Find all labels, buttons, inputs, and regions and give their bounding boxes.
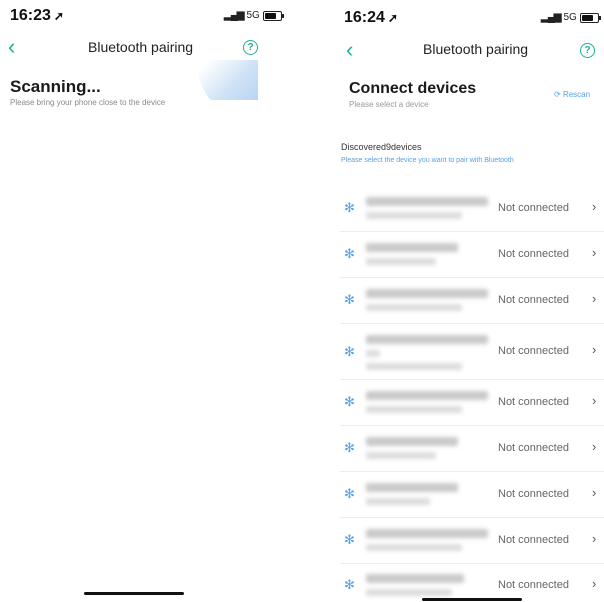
battery-icon	[262, 10, 284, 21]
device-row[interactable]: ✻ Not connected ›	[330, 426, 604, 472]
home-indicator[interactable]	[84, 592, 184, 595]
discovered-count: Discovered9devices	[341, 142, 422, 152]
device-name-redacted	[366, 333, 490, 373]
scanning-screen: 16:23 ➚ ▂▄▆ 5G ‹ Bluetooth pairing ? Scan…	[0, 0, 300, 602]
bluetooth-icon: ✻	[344, 394, 355, 409]
bluetooth-icon: ✻	[344, 246, 355, 261]
device-status: Not connected	[498, 345, 569, 357]
page-title: Bluetooth pairing	[88, 39, 194, 55]
rescan-button[interactable]: ⟳ Rescan	[554, 90, 590, 99]
chevron-left-icon: ‹	[8, 34, 16, 59]
device-row[interactable]: ✻ Not connected ›	[330, 472, 604, 518]
device-status: Not connected	[498, 396, 569, 408]
chevron-right-icon: ›	[592, 291, 597, 306]
device-status: Not connected	[498, 248, 569, 260]
device-row[interactable]: ✻ Not connected ›	[330, 566, 604, 602]
status-indicators: ▂▄▆ 5G	[541, 12, 601, 23]
chevron-right-icon: ›	[592, 485, 597, 500]
device-name-redacted	[366, 527, 490, 555]
home-indicator[interactable]	[422, 598, 522, 601]
device-row[interactable]: ✻ Not connected ›	[330, 380, 604, 426]
device-row[interactable]: ✻ Not connected ›	[330, 324, 604, 380]
battery-icon	[579, 12, 601, 23]
bluetooth-icon: ✻	[344, 292, 355, 307]
chevron-right-icon: ›	[592, 199, 597, 214]
chevron-right-icon: ›	[592, 576, 597, 591]
discovered-hint: Please select the device you want to pai…	[341, 157, 514, 164]
device-row[interactable]: ✻ Not connected ›	[330, 232, 604, 278]
location-arrow-icon: ➚	[387, 11, 398, 25]
connect-subtitle: Please select a device	[349, 100, 429, 109]
bluetooth-icon: ✻	[344, 577, 355, 592]
connect-title: Connect devices	[349, 80, 477, 97]
device-name-redacted	[366, 572, 490, 600]
device-status: Not connected	[498, 294, 569, 306]
back-button[interactable]: ‹	[346, 37, 353, 63]
bluetooth-icon: ✻	[344, 532, 355, 547]
scanning-subtitle: Please bring your phone close to the dev…	[10, 98, 166, 107]
device-name-redacted	[366, 241, 490, 269]
network-label: 5G	[563, 12, 577, 23]
help-button[interactable]: ?	[243, 40, 258, 55]
chevron-right-icon: ›	[592, 342, 597, 357]
chevron-right-icon: ›	[592, 531, 597, 546]
status-indicators: ▂▄▆ 5G	[224, 10, 284, 21]
device-name-redacted	[366, 195, 490, 223]
chevron-left-icon: ‹	[346, 37, 354, 62]
device-name-redacted	[366, 287, 490, 315]
back-button[interactable]: ‹	[8, 34, 15, 60]
bluetooth-icon: ✻	[344, 200, 355, 215]
device-row[interactable]: ✻ Not connected ›	[330, 278, 604, 324]
bluetooth-icon: ✻	[344, 344, 355, 359]
signal-icon: ▂▄▆	[224, 10, 244, 21]
page-title: Bluetooth pairing	[423, 41, 529, 57]
device-list-screen: 16:24 ➚ ▂▄▆ 5G ‹ Bluetooth pairing ? Conn…	[330, 0, 604, 602]
device-status: Not connected	[498, 488, 569, 500]
help-circle-icon: ?	[584, 45, 591, 56]
status-time: 16:23 ➚	[10, 7, 64, 24]
bluetooth-icon: ✻	[344, 440, 355, 455]
status-time: 16:24 ➚	[344, 9, 398, 26]
bluetooth-icon: ✻	[344, 486, 355, 501]
location-arrow-icon: ➚	[53, 9, 64, 23]
chevron-right-icon: ›	[592, 439, 597, 454]
device-row[interactable]: ✻ Not connected ›	[330, 186, 604, 232]
device-row[interactable]: ✻ Not connected ›	[330, 518, 604, 564]
network-label: 5G	[246, 10, 260, 21]
refresh-icon: ⟳	[554, 90, 561, 99]
device-status: Not connected	[498, 534, 569, 546]
device-status: Not connected	[498, 442, 569, 454]
device-status: Not connected	[498, 579, 569, 591]
chevron-right-icon: ›	[592, 245, 597, 260]
rescan-label: Rescan	[562, 90, 591, 99]
device-name-redacted	[366, 435, 490, 463]
device-name-redacted	[366, 481, 490, 509]
radar-scan-icon	[196, 60, 258, 100]
scanning-title: Scanning...	[10, 77, 101, 96]
help-circle-icon: ?	[247, 42, 254, 53]
device-status: Not connected	[498, 202, 569, 214]
help-button[interactable]: ?	[580, 43, 595, 58]
signal-icon: ▂▄▆	[541, 12, 561, 23]
device-name-redacted	[366, 389, 490, 417]
chevron-right-icon: ›	[592, 393, 597, 408]
